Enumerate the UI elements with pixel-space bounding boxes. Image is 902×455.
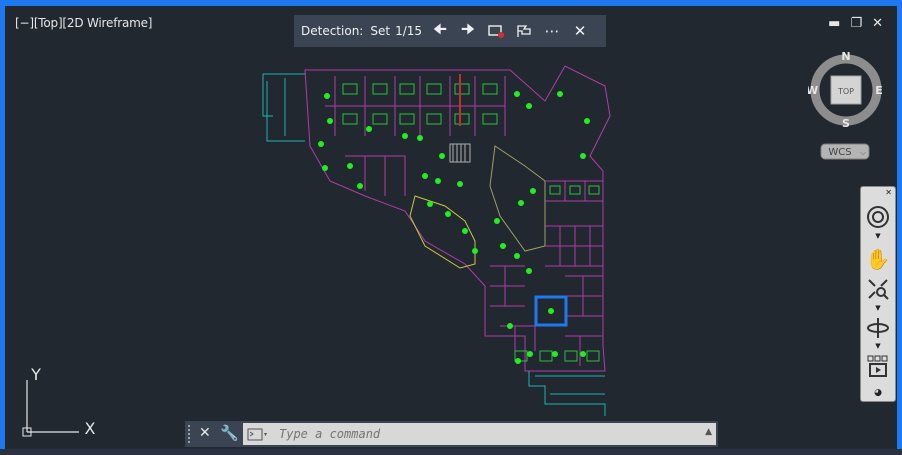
marker[interactable] (417, 135, 423, 141)
ucs-y-label: Y (30, 365, 41, 384)
room-grid-e (565, 275, 603, 317)
marker[interactable] (526, 103, 532, 109)
close-icon[interactable]: ✕ (199, 425, 211, 441)
compass-south[interactable]: S (842, 117, 850, 130)
ucs-x-label: X (85, 419, 96, 438)
chevron-down-icon[interactable]: ▼ (861, 231, 895, 241)
marker[interactable] (457, 181, 463, 187)
yellow-core (489, 145, 546, 252)
marker[interactable] (318, 141, 324, 147)
marker[interactable] (366, 126, 372, 132)
bottom-strip (0, 449, 902, 455)
orbit-icon[interactable] (861, 315, 895, 341)
floor-plan-drawing[interactable] (5, 6, 897, 449)
drag-handle[interactable] (188, 425, 194, 443)
marker[interactable] (514, 91, 520, 97)
marker[interactable] (327, 118, 333, 124)
marker[interactable] (439, 153, 445, 159)
command-history-icon[interactable]: ▲ (705, 427, 712, 437)
room-grid-f (345, 155, 406, 196)
marker[interactable] (530, 188, 536, 194)
command-line: ✕ 🔧 ▲ (185, 421, 718, 447)
compass-west[interactable]: W (808, 84, 818, 97)
stair-core (449, 143, 471, 163)
command-prompt-icon[interactable] (247, 427, 269, 446)
steering-wheel-icon[interactable] (861, 203, 895, 231)
marker[interactable] (422, 173, 428, 179)
marker[interactable] (445, 211, 451, 217)
cyan-wall-left (262, 73, 305, 142)
viewcube[interactable]: TOP N S E W WCS ⌵ (808, 50, 884, 170)
detection-label: Detection: (301, 24, 364, 38)
marker[interactable] (515, 358, 521, 364)
marker[interactable] (507, 323, 513, 329)
cyan-wall-bottom (528, 371, 606, 416)
marker[interactable] (526, 268, 532, 274)
room-grid-d (490, 265, 525, 307)
drawing-viewport[interactable]: [−][Top][2D Wireframe] ▬ ❐ ✕ TOP N S E W… (0, 0, 902, 455)
marker[interactable] (580, 351, 586, 357)
arrow-left-icon[interactable]: 🠈 (426, 17, 454, 45)
marker[interactable] (580, 153, 586, 159)
marker[interactable] (427, 201, 433, 207)
marker[interactable] (557, 91, 563, 97)
chevron-down-icon: ⌵ (860, 148, 866, 157)
marker[interactable] (548, 308, 554, 314)
detection-set-label: Set (370, 24, 391, 38)
marker[interactable] (527, 351, 533, 357)
marker[interactable] (435, 178, 441, 184)
ucs-icon: Y X (22, 365, 96, 438)
more-icon[interactable]: ⋯ (538, 17, 566, 45)
marker[interactable] (347, 163, 353, 169)
close-icon[interactable]: ✕ (566, 17, 594, 45)
zoom-extents-icon[interactable] (861, 275, 895, 303)
detection-counter: 1/15 (395, 24, 423, 38)
wcs-menu[interactable]: WCS (828, 147, 851, 158)
marker[interactable] (402, 133, 408, 139)
marker[interactable] (462, 228, 468, 234)
close-icon[interactable]: ✕ (861, 187, 895, 197)
showmotion-icon[interactable] (861, 353, 895, 379)
customize-icon[interactable]: ◕ (861, 387, 895, 399)
pan-icon[interactable]: ✋ (861, 245, 895, 273)
room-grid-c (545, 225, 603, 267)
markup-icon[interactable] (482, 17, 510, 45)
marker[interactable] (324, 93, 330, 99)
marker[interactable] (500, 243, 506, 249)
flag-icon[interactable] (510, 17, 538, 45)
marker[interactable] (552, 351, 558, 357)
marker[interactable] (494, 218, 500, 224)
chevron-down-icon[interactable]: ▼ (861, 303, 895, 313)
marker[interactable] (472, 248, 478, 254)
marker[interactable] (322, 165, 328, 171)
compass-north[interactable]: N (841, 50, 850, 63)
desks-c (549, 185, 600, 195)
marker[interactable] (518, 200, 524, 206)
compass-east[interactable]: E (875, 84, 883, 97)
navigation-bar: ✕ ▼ ✋ ▼ ▼ ◕ (860, 186, 896, 402)
marker[interactable] (357, 183, 363, 189)
marker[interactable] (514, 253, 520, 259)
viewcube-face[interactable]: TOP (837, 87, 854, 96)
room-grid-b (545, 180, 603, 202)
room-grid-a (325, 76, 506, 136)
wrench-icon[interactable]: 🔧 (220, 424, 239, 442)
arrow-right-icon[interactable]: 🠊 (454, 17, 482, 45)
command-input[interactable] (243, 423, 716, 445)
marker[interactable] (584, 118, 590, 124)
detection-toolbar: Detection: Set 1/15 🠈 🠊 ⋯ ✕ (294, 15, 606, 47)
chevron-down-icon[interactable]: ▼ (861, 341, 895, 351)
